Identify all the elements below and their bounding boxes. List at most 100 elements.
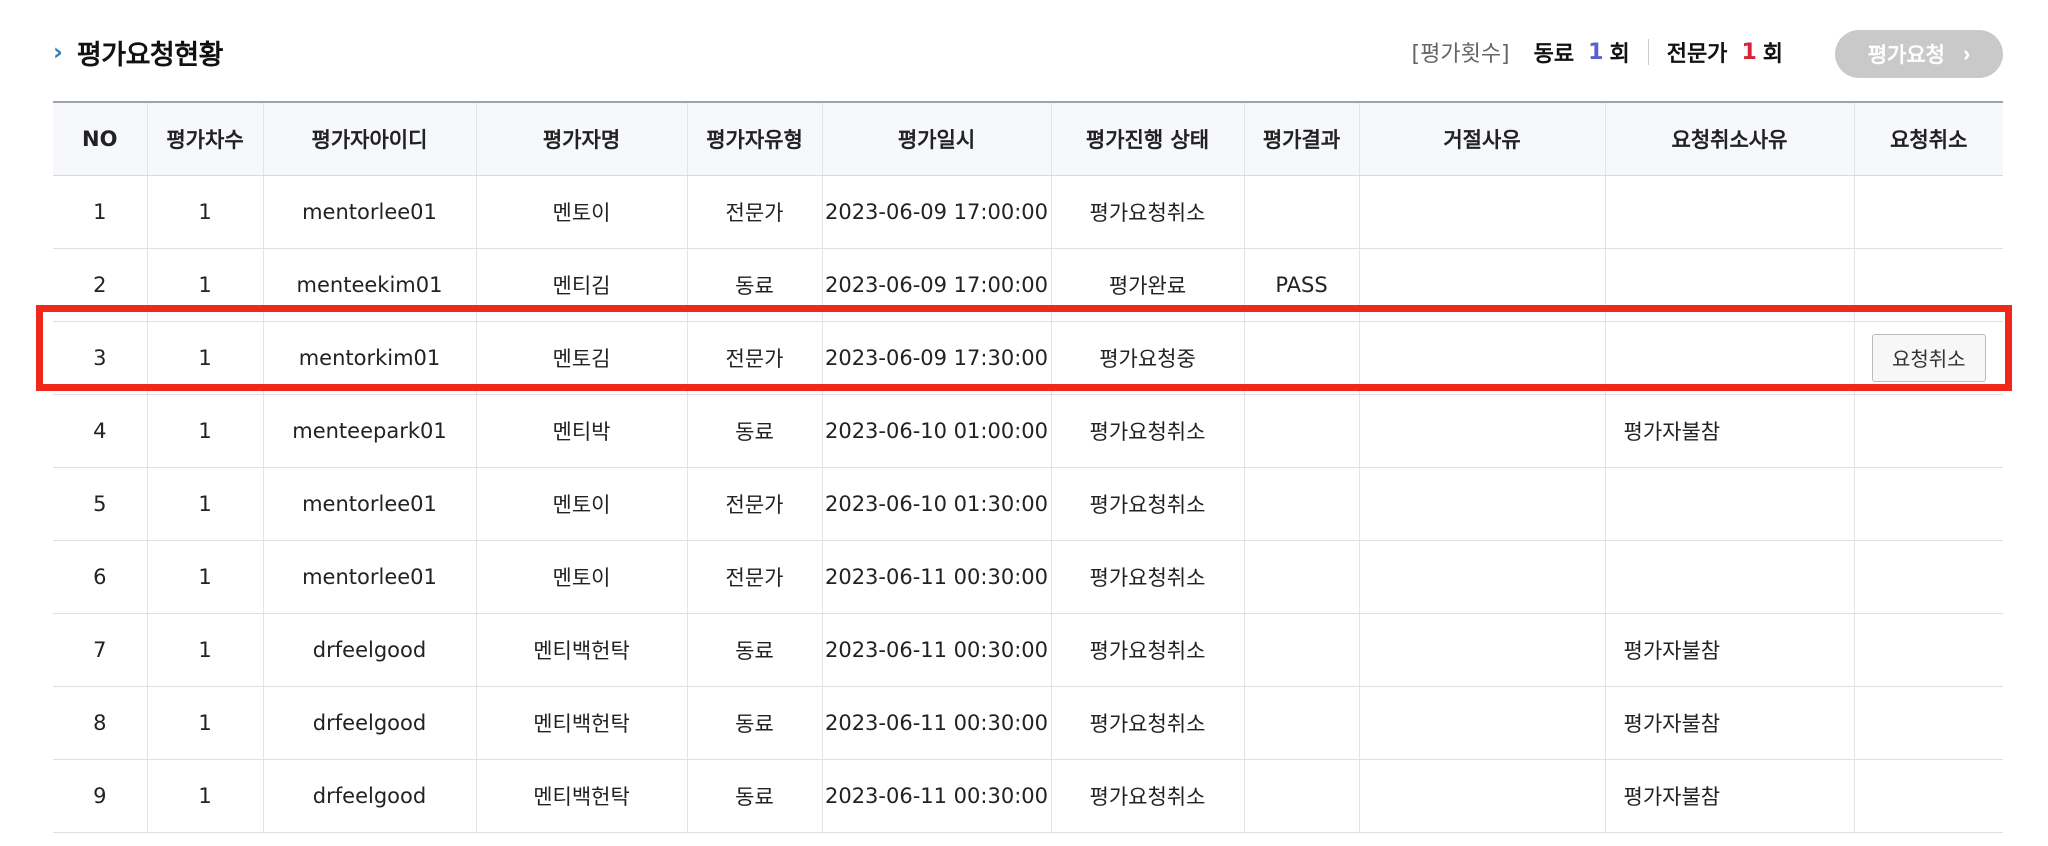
cell-result	[1243, 175, 1359, 249]
cell-no: 3	[53, 321, 147, 395]
column-header-evaluator-name: 평가자명	[475, 101, 687, 176]
cell-evaluator-type: 전문가	[686, 467, 822, 541]
cell-evaluator-id: mentorlee01	[262, 467, 476, 541]
column-header-round: 평가차수	[146, 101, 263, 176]
cell-cancel-reason: 평가자불참	[1604, 686, 1854, 760]
cell-round: 1	[146, 540, 263, 614]
cell-datetime: 2023-06-09 17:00:00	[821, 175, 1051, 249]
chevron-right-icon: ›	[53, 38, 63, 66]
cell-evaluator-name: 멘토김	[475, 321, 687, 395]
cell-round: 1	[146, 248, 263, 322]
cell-round: 1	[146, 467, 263, 541]
cell-round: 1	[146, 759, 263, 833]
cell-no: 5	[53, 467, 147, 541]
column-header-status: 평가진행 상태	[1050, 101, 1244, 176]
table-row: 4 1 menteepark01 멘티박 동료 2023-06-10 01:00…	[53, 394, 2003, 468]
cell-evaluator-id: mentorkim01	[262, 321, 476, 395]
cell-no: 9	[53, 759, 147, 833]
request-evaluation-button[interactable]: 평가요청 ›	[1835, 30, 2003, 78]
column-header-result: 평가결과	[1243, 101, 1359, 176]
cell-evaluator-id: mentorlee01	[262, 175, 476, 249]
cell-no: 8	[53, 686, 147, 760]
table-row: 2 1 menteekim01 멘티김 동료 2023-06-09 17:00:…	[53, 248, 2003, 322]
cell-evaluator-id: drfeelgood	[262, 759, 476, 833]
table-row: 1 1 mentorlee01 멘토이 전문가 2023-06-09 17:00…	[53, 175, 2003, 249]
cell-datetime: 2023-06-11 00:30:00	[821, 759, 1051, 833]
cell-evaluator-name: 멘토이	[475, 540, 687, 614]
cell-evaluator-type: 동료	[686, 686, 822, 760]
cell-evaluator-id: menteekim01	[262, 248, 476, 322]
cell-result	[1243, 467, 1359, 541]
cell-cancel-reason	[1604, 248, 1854, 322]
cell-reject-reason	[1358, 540, 1605, 614]
cell-no: 7	[53, 613, 147, 687]
cell-reject-reason	[1358, 467, 1605, 541]
cell-datetime: 2023-06-09 17:00:00	[821, 248, 1051, 322]
column-header-no: NO	[53, 101, 147, 176]
cell-cancel-request: 요청취소	[1853, 321, 2003, 395]
cell-status: 평가요청취소	[1050, 175, 1244, 249]
cell-evaluator-id: mentorlee01	[262, 540, 476, 614]
cell-round: 1	[146, 321, 263, 395]
cell-evaluator-id: menteepark01	[262, 394, 476, 468]
cell-reject-reason	[1358, 321, 1605, 395]
cell-evaluator-type: 전문가	[686, 540, 822, 614]
cell-evaluator-name: 멘토이	[475, 175, 687, 249]
cell-status: 평가요청중	[1050, 321, 1244, 395]
cell-datetime: 2023-06-09 17:30:00	[821, 321, 1051, 395]
page-title: 평가요청현황	[76, 39, 224, 71]
cell-result	[1243, 540, 1359, 614]
cell-reject-reason	[1358, 248, 1605, 322]
expert-count: 1	[1741, 39, 1757, 65]
cell-reject-reason	[1358, 686, 1605, 760]
cell-cancel-request	[1853, 467, 2003, 541]
cell-status: 평가요청취소	[1050, 467, 1244, 541]
request-evaluation-label: 평가요청	[1867, 44, 1945, 67]
cell-round: 1	[146, 394, 263, 468]
cancel-request-button[interactable]: 요청취소	[1871, 333, 1986, 382]
column-header-datetime: 평가일시	[821, 101, 1051, 176]
cell-result	[1243, 394, 1359, 468]
cell-evaluator-name: 멘티백헌탁	[475, 686, 687, 760]
peer-count: 1	[1588, 39, 1604, 65]
column-header-reject-reason: 거절사유	[1358, 101, 1605, 176]
table-row: 5 1 mentorlee01 멘토이 전문가 2023-06-10 01:30…	[53, 467, 2003, 541]
table-row: 6 1 mentorlee01 멘토이 전문가 2023-06-11 00:30…	[53, 540, 2003, 614]
cell-status: 평가요청취소	[1050, 613, 1244, 687]
cell-datetime: 2023-06-11 00:30:00	[821, 540, 1051, 614]
expert-count-unit: 회	[1762, 42, 1783, 67]
cell-cancel-reason: 평가자불참	[1604, 613, 1854, 687]
cell-round: 1	[146, 613, 263, 687]
cell-cancel-reason	[1604, 321, 1854, 395]
cell-status: 평가요청취소	[1050, 759, 1244, 833]
column-header-evaluator-id: 평가자아이디	[262, 101, 476, 176]
cell-reject-reason	[1358, 613, 1605, 687]
cell-result	[1243, 686, 1359, 760]
chevron-right-icon: ›	[1962, 41, 1971, 66]
cell-no: 2	[53, 248, 147, 322]
expert-label: 전문가	[1666, 42, 1728, 67]
cell-result	[1243, 613, 1359, 687]
cell-evaluator-name: 멘티백헌탁	[475, 759, 687, 833]
cell-reject-reason	[1358, 394, 1605, 468]
cell-evaluator-type: 동료	[686, 248, 822, 322]
cell-cancel-reason	[1604, 175, 1854, 249]
cell-no: 6	[53, 540, 147, 614]
cell-datetime: 2023-06-10 01:00:00	[821, 394, 1051, 468]
cell-datetime: 2023-06-10 01:30:00	[821, 467, 1051, 541]
cell-datetime: 2023-06-11 00:30:00	[821, 613, 1051, 687]
peer-count-unit: 회	[1609, 42, 1630, 67]
cell-result	[1243, 321, 1359, 395]
cell-cancel-reason: 평가자불참	[1604, 394, 1854, 468]
evaluation-request-table: NO 평가차수 평가자아이디 평가자명 평가자유형 평가일시 평가진행 상태 평…	[53, 101, 2003, 833]
table-row: 7 1 drfeelgood 멘티백헌탁 동료 2023-06-11 00:30…	[53, 613, 2003, 687]
cell-evaluator-id: drfeelgood	[262, 613, 476, 687]
cell-cancel-reason	[1604, 467, 1854, 541]
column-header-evaluator-type: 평가자유형	[686, 101, 822, 176]
cell-status: 평가요청취소	[1050, 540, 1244, 614]
cell-datetime: 2023-06-11 00:30:00	[821, 686, 1051, 760]
title-wrap: › 평가요청현황	[53, 30, 223, 74]
cell-result: PASS	[1243, 248, 1359, 322]
cell-evaluator-type: 동료	[686, 394, 822, 468]
cell-cancel-request	[1853, 686, 2003, 760]
